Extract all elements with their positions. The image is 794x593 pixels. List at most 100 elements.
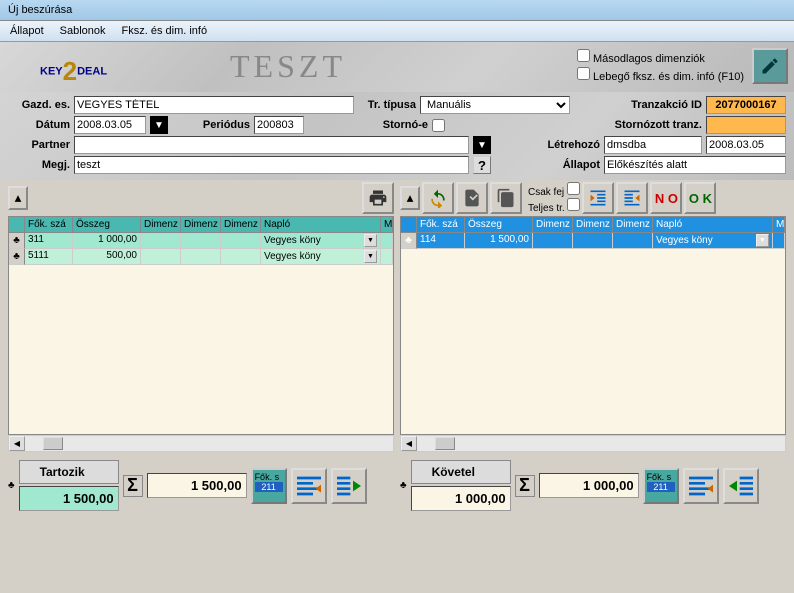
right-grid-panel: ▴ Csak fej Teljes tr. N O O K bbox=[400, 180, 786, 452]
club-icon: ♣ bbox=[405, 235, 412, 246]
scroll-thumb[interactable] bbox=[43, 437, 63, 450]
align-left-button[interactable] bbox=[291, 468, 327, 504]
arrow-right-icon bbox=[333, 470, 365, 502]
teljes-tr-checkbox[interactable]: Teljes tr. bbox=[528, 198, 580, 214]
indent-left-button[interactable] bbox=[582, 182, 614, 214]
scroll-left-icon[interactable]: ◀ bbox=[401, 436, 417, 451]
allapot-field bbox=[604, 156, 786, 174]
letrehozo-date-field bbox=[706, 136, 786, 154]
letrehozo-label: Létrehozó bbox=[495, 139, 600, 151]
right-grid-header: Fők. szá Összeg Dimenz Dimenz Dimenz Nap… bbox=[400, 216, 786, 233]
app-logo: KEY2DEAL bbox=[40, 56, 107, 87]
header-banner: KEY2DEAL TESZT Másodlagos dimenziók Lebe… bbox=[0, 42, 794, 92]
megj-label: Megj. bbox=[8, 159, 70, 171]
chevron-down-icon[interactable]: ▼ bbox=[756, 234, 769, 247]
chevron-down-icon[interactable]: ▼ bbox=[364, 250, 377, 263]
pencil-icon bbox=[760, 56, 780, 76]
tool2-button[interactable] bbox=[490, 182, 522, 214]
indent-right-button[interactable] bbox=[616, 182, 648, 214]
tartozik-panel: ♣ Tartozik 1 500,00 Σ 1 500,00 Fők. s211 bbox=[8, 460, 394, 511]
kovetel-panel: ♣ Követel 1 000,00 Σ 1 000,00 Fők. s211 bbox=[400, 460, 786, 511]
partner-field[interactable] bbox=[74, 136, 469, 154]
table-row[interactable]: ♣ 114 1 500,00 Vegyes köny▼ bbox=[401, 233, 785, 249]
csak-fej-checkbox[interactable]: Csak fej bbox=[528, 182, 580, 198]
window-title: Új beszúrása bbox=[0, 0, 794, 21]
letrehozo-field bbox=[604, 136, 702, 154]
gazd-es-label: Gazd. es. bbox=[8, 99, 70, 111]
indent-right-icon bbox=[622, 188, 642, 208]
align-left-icon bbox=[685, 470, 717, 502]
tr-tipusa-label: Tr. típusa bbox=[358, 99, 416, 111]
partner-label: Partner bbox=[8, 139, 70, 151]
printer-icon bbox=[368, 188, 388, 208]
recycle-button[interactable] bbox=[422, 182, 454, 214]
recycle-icon bbox=[428, 188, 448, 208]
club-icon: ♣ bbox=[13, 251, 20, 262]
storno-e-checkbox[interactable] bbox=[432, 119, 445, 132]
tranzakcio-id-field bbox=[706, 96, 786, 114]
move-left-button[interactable] bbox=[723, 468, 759, 504]
storno-e-label: Stornó-e bbox=[308, 119, 428, 131]
menubar: Állapot Sablonok Fksz. és dim. infó bbox=[0, 21, 794, 42]
ok-button[interactable]: O K bbox=[684, 182, 716, 214]
menu-allapot[interactable]: Állapot bbox=[4, 23, 50, 39]
menu-sablonok[interactable]: Sablonok bbox=[54, 23, 112, 39]
kovetel-sum: 1 000,00 bbox=[539, 473, 639, 498]
right-nav-up-button[interactable]: ▴ bbox=[400, 186, 420, 210]
tartozik-label: Tartozik bbox=[19, 460, 119, 484]
document-check-icon bbox=[462, 188, 482, 208]
left-scrollbar[interactable]: ◀ bbox=[8, 435, 394, 452]
sigma-icon: Σ bbox=[515, 475, 535, 497]
right-grid-body[interactable]: ♣ 114 1 500,00 Vegyes köny▼ bbox=[400, 233, 786, 435]
fok-s-right-button[interactable]: Fők. s211 bbox=[643, 468, 679, 504]
chk-masodlagos[interactable]: Másodlagos dimenziók bbox=[577, 48, 744, 66]
menu-fksz[interactable]: Fksz. és dim. infó bbox=[116, 23, 214, 39]
partner-lookup-button[interactable]: ▼ bbox=[473, 136, 491, 154]
header-options: Másodlagos dimenziók Lebegő fksz. és dim… bbox=[577, 48, 744, 84]
scroll-left-icon[interactable]: ◀ bbox=[9, 436, 25, 451]
table-row[interactable]: ♣ 311 1 000,00 Vegyes köny▼ bbox=[9, 233, 393, 249]
left-grid-body[interactable]: ♣ 311 1 000,00 Vegyes köny▼ ♣ 5111 500,0… bbox=[8, 233, 394, 435]
form-area: Gazd. es. Tr. típusa Manuális Tranzakció… bbox=[0, 92, 794, 180]
datum-field[interactable] bbox=[74, 116, 146, 134]
documents-icon bbox=[496, 188, 516, 208]
move-right-button[interactable] bbox=[331, 468, 367, 504]
stornozott-label: Stornózott tranz. bbox=[449, 119, 702, 131]
datum-picker-button[interactable]: ▼ bbox=[150, 116, 168, 134]
table-row[interactable]: ♣ 5111 500,00 Vegyes köny▼ bbox=[9, 249, 393, 265]
chevron-down-icon[interactable]: ▼ bbox=[364, 234, 377, 247]
tartozik-value: 1 500,00 bbox=[19, 486, 119, 511]
allapot-label: Állapot bbox=[495, 159, 600, 171]
edit-button[interactable] bbox=[752, 48, 788, 84]
print-button[interactable] bbox=[362, 182, 394, 214]
tool1-button[interactable] bbox=[456, 182, 488, 214]
chk-lebego[interactable]: Lebegő fksz. és dim. infó (F10) bbox=[577, 66, 744, 84]
left-nav-up-button[interactable]: ▴ bbox=[8, 186, 28, 210]
datum-label: Dátum bbox=[8, 119, 70, 131]
align-left-icon bbox=[293, 470, 325, 502]
scroll-thumb[interactable] bbox=[435, 437, 455, 450]
stornozott-field bbox=[706, 116, 786, 134]
club-icon: ♣ bbox=[400, 480, 407, 491]
gazd-es-field[interactable] bbox=[74, 96, 354, 114]
tartozik-sum: 1 500,00 bbox=[147, 473, 247, 498]
megj-field[interactable] bbox=[74, 156, 469, 174]
tranzakcio-id-label: Tranzakció ID bbox=[574, 99, 702, 111]
arrow-left-icon bbox=[725, 470, 757, 502]
club-icon: ♣ bbox=[8, 480, 15, 491]
teszt-watermark: TESZT bbox=[230, 48, 346, 85]
fok-s-left-button[interactable]: Fők. s211 bbox=[251, 468, 287, 504]
megj-help-button[interactable]: ? bbox=[473, 156, 491, 174]
tr-tipusa-select[interactable]: Manuális bbox=[420, 96, 570, 114]
sigma-icon: Σ bbox=[123, 475, 143, 497]
periodus-field[interactable] bbox=[254, 116, 304, 134]
kovetel-value: 1 000,00 bbox=[411, 486, 511, 511]
kovetel-label: Követel bbox=[411, 460, 511, 484]
left-grid-header: Fők. szá Összeg Dimenz Dimenz Dimenz Nap… bbox=[8, 216, 394, 233]
align-left-button-2[interactable] bbox=[683, 468, 719, 504]
left-grid-panel: ▴ Fők. szá Összeg Dimenz Dimenz Dimenz N… bbox=[8, 180, 394, 452]
no-button[interactable]: N O bbox=[650, 182, 682, 214]
club-icon: ♣ bbox=[13, 235, 20, 246]
right-scrollbar[interactable]: ◀ bbox=[400, 435, 786, 452]
indent-left-icon bbox=[588, 188, 608, 208]
